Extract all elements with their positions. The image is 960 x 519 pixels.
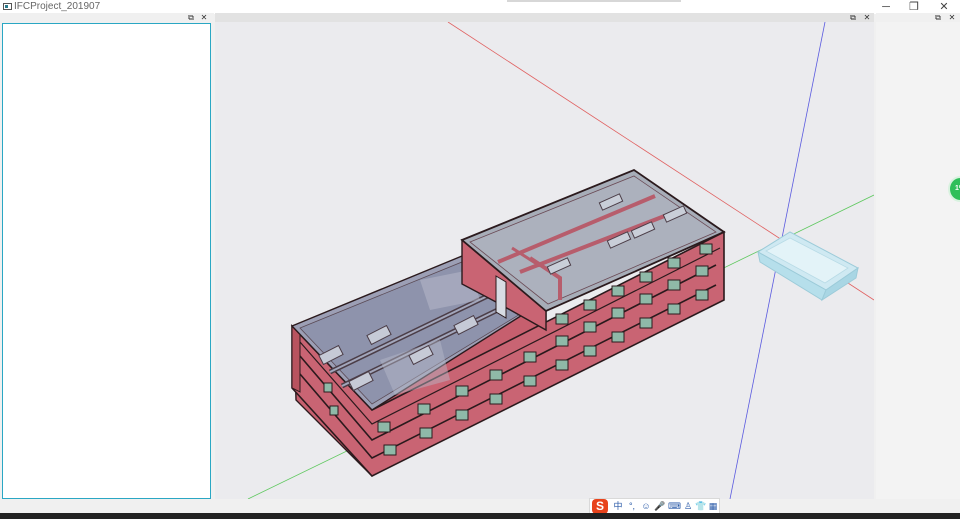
- title-center-tab: [507, 0, 681, 2]
- float-properties-icon[interactable]: ⧉: [933, 13, 943, 22]
- ime-keyboard-icon[interactable]: ⌨: [668, 500, 681, 513]
- model-tree-view[interactable]: [2, 23, 211, 499]
- model-tree-panel-header: ⧉ ✕: [0, 13, 214, 22]
- title-bar: IFCProject_201907 ─ ❐ ✕: [0, 0, 960, 14]
- app-icon: [3, 3, 12, 10]
- float-panel-icon[interactable]: ⧉: [186, 13, 196, 22]
- 3d-viewport[interactable]: [215, 22, 874, 499]
- ime-punctuation-icon[interactable]: °,: [626, 500, 638, 513]
- ime-voice-icon[interactable]: 🎤: [654, 500, 666, 513]
- building-model: [290, 168, 726, 477]
- close-viewport-icon[interactable]: ✕: [862, 13, 872, 22]
- properties-view[interactable]: [876, 22, 960, 499]
- glass-box: [757, 231, 859, 302]
- restore-button[interactable]: ❐: [900, 0, 928, 14]
- minimize-button[interactable]: ─: [872, 0, 900, 14]
- float-viewport-icon[interactable]: ⧉: [848, 13, 858, 22]
- ime-chinese-mode-icon[interactable]: 中: [612, 500, 624, 513]
- ime-toolbox-icon[interactable]: ▦: [707, 500, 719, 513]
- ime-skin-icon[interactable]: 👕: [695, 500, 707, 513]
- ime-user-icon[interactable]: ♙: [682, 500, 694, 513]
- window-title: IFCProject_201907: [14, 1, 101, 12]
- viewport-panel-header: ⧉ ✕: [215, 13, 874, 22]
- taskbar: [0, 513, 960, 519]
- close-button[interactable]: ✕: [930, 0, 958, 14]
- close-panel-icon[interactable]: ✕: [199, 13, 209, 22]
- 3d-scene[interactable]: [215, 22, 874, 499]
- ime-logo-icon[interactable]: S: [592, 499, 608, 514]
- ime-emoji-icon[interactable]: ☺: [640, 500, 652, 513]
- close-properties-icon[interactable]: ✕: [947, 13, 957, 22]
